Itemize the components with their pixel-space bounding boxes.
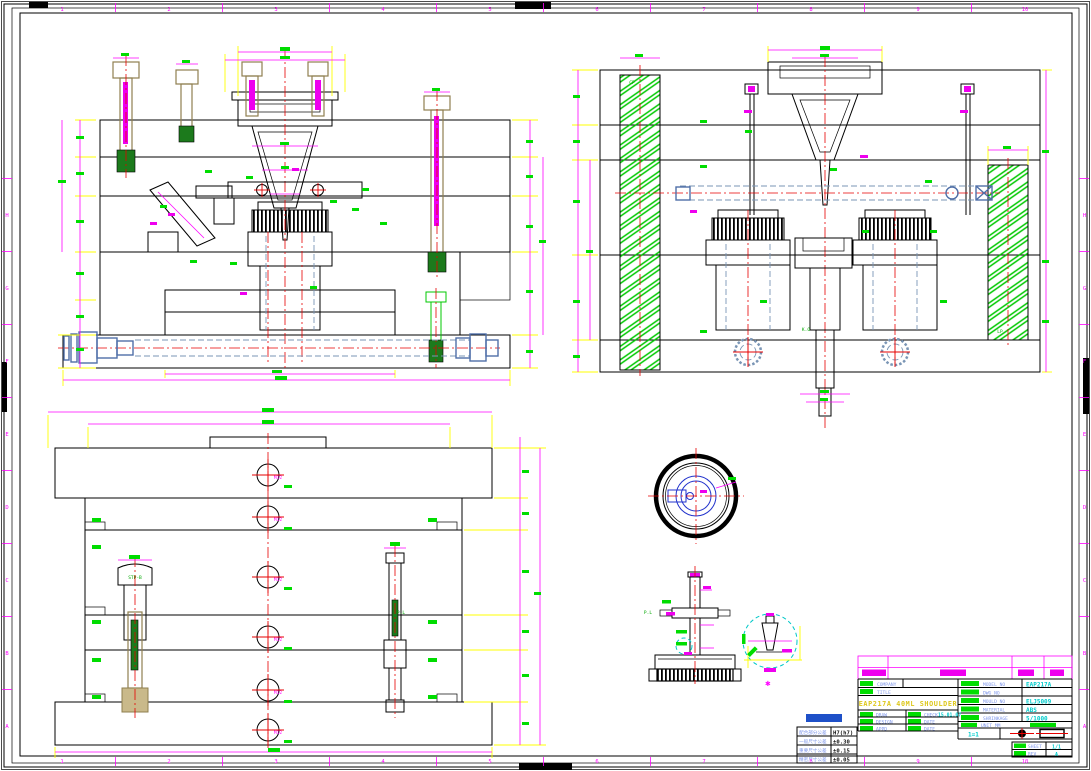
field-label-dwg-no: DWG NO	[983, 691, 1000, 697]
zone-letter: H	[5, 213, 8, 219]
title-block: COMPANY TITLE EAP217A 40ML SHOULDER DRAW…	[858, 656, 1072, 758]
tolerance-row-label: 重要尺寸公差	[799, 747, 827, 754]
zone-letter: D	[1083, 505, 1086, 511]
sheet-value: 1/1	[1052, 745, 1061, 751]
zone-letter: F	[1083, 359, 1086, 365]
zone-letter: B	[1083, 651, 1087, 657]
bolt-callout: M12	[274, 637, 282, 643]
field-label-material: MATERIAL	[983, 708, 1005, 714]
tolerance-row-value: ±0.15	[833, 749, 850, 755]
zone-letter: C	[5, 578, 8, 584]
sign-label: CHECK	[924, 713, 938, 719]
title-label: TITLE	[877, 690, 891, 696]
zone-letter: F	[5, 359, 8, 365]
zone-number: 2	[167, 7, 170, 13]
zone-letter: A	[5, 724, 9, 730]
view-front-section	[58, 46, 546, 386]
zone-number: 1	[60, 759, 63, 765]
zone-letter: E	[1083, 432, 1086, 438]
tolerance-row-value: H7(h7)	[833, 731, 853, 737]
zone-letter: H	[1083, 213, 1086, 219]
bolt-callout: M12	[274, 475, 282, 481]
sign-label: DRAW	[876, 713, 887, 719]
zone-number: 8	[809, 7, 812, 13]
zone-band: 1 2 3 4 5 6 7 8 9 10 1 2 3 4 5 6 7 8 9 1…	[2, 3, 1089, 766]
third-angle-projection-icon	[1010, 728, 1068, 739]
zone-number: 3	[274, 7, 277, 13]
drawing-frame	[2, 2, 1090, 771]
zone-number: 7	[702, 7, 705, 13]
zone-number: 7	[702, 759, 705, 765]
tolerance-row-value: ±0.30	[833, 740, 850, 746]
tolerance-table-header-bar	[806, 714, 842, 722]
cad-sheet: 1 2 3 4 5 6 7 8 9 10 1 2 3 4 5 6 7 8 9 1…	[0, 0, 1091, 771]
drawing-title: EAP217A 40ML SHOULDER	[859, 700, 958, 708]
zone-number: 10	[1022, 759, 1029, 765]
tolerance-row-label: 配合部分公差	[799, 729, 827, 736]
bolt-callout: M12	[274, 577, 282, 583]
zone-letter: C	[1083, 578, 1086, 584]
field-label-mould-no: MOULD NO	[983, 699, 1005, 705]
sign-label: DESIGN	[876, 720, 893, 726]
field-label-shrinkage: SHRINKAGE	[983, 716, 1008, 722]
field-label-model-no: MODEL NO	[983, 682, 1005, 688]
annotation-pl: P.L	[397, 610, 405, 616]
scale-value: 1=1	[968, 732, 979, 739]
zone-number: 6	[595, 759, 598, 765]
field-value-model-no: EAP217A	[1026, 682, 1052, 689]
zone-number: 4	[381, 759, 385, 765]
detail-star-marker: ✱	[765, 679, 771, 689]
sheet-label: SHEET	[1028, 744, 1042, 750]
zone-number: 5	[488, 7, 491, 13]
tolerance-row-label: 一般尺寸公差	[799, 738, 827, 745]
rev-label: REV	[1028, 752, 1037, 758]
view-side-section: CP LP K.O	[572, 46, 1052, 430]
zone-letter: D	[5, 505, 8, 511]
annotation-pl-part: P.L	[644, 610, 652, 616]
zone-letter: G	[1083, 286, 1086, 292]
zone-letter: B	[5, 651, 9, 657]
sign-date: 15.01.07	[938, 713, 961, 719]
zone-number: 5	[488, 759, 491, 765]
zone-number: 9	[916, 7, 919, 13]
view-plan-elevation: M12 M12 M12 M12 M12 M12 STP-B P.L	[48, 408, 546, 758]
field-value-material: ABS	[1026, 707, 1037, 714]
zone-number: 10	[1022, 7, 1029, 13]
sign-label: DATE	[924, 727, 935, 733]
sign-label: DATE	[924, 720, 935, 726]
unit-label: UNIT MM	[981, 723, 1001, 729]
annotation-ko: K.O	[802, 327, 810, 333]
bolt-callout: M12	[274, 730, 282, 736]
tolerance-row-value: ±0.05	[833, 758, 850, 764]
annotation-lp: LP	[997, 329, 1003, 335]
tolerance-row-label: 精密尺寸公差	[799, 756, 827, 763]
rev-value: A	[1055, 752, 1058, 758]
zone-letter: A	[1083, 724, 1087, 730]
bolt-callout: M12	[274, 517, 282, 523]
zone-number: 9	[916, 759, 919, 765]
field-value-mould-no: ELJ5009	[1026, 699, 1052, 706]
cad-drawing: 1 2 3 4 5 6 7 8 9 10 1 2 3 4 5 6 7 8 9 1…	[0, 0, 1091, 771]
bolt-callout: M12	[274, 690, 282, 696]
zone-letter: E	[5, 432, 8, 438]
zone-letter: G	[5, 286, 8, 292]
company-label: COMPANY	[877, 682, 897, 688]
zone-number: 1	[60, 7, 63, 13]
field-value-shrinkage: 5/1000	[1026, 716, 1048, 723]
sign-label: APPD	[876, 727, 887, 733]
zone-number: 2	[167, 759, 170, 765]
view-part-section: P.L	[644, 566, 741, 684]
view-detail-a: ✱	[742, 613, 802, 689]
view-part-top	[648, 448, 744, 544]
zone-number: 6	[595, 7, 598, 13]
annotation-cp: CP	[629, 80, 635, 86]
zone-number: 3	[274, 759, 277, 765]
